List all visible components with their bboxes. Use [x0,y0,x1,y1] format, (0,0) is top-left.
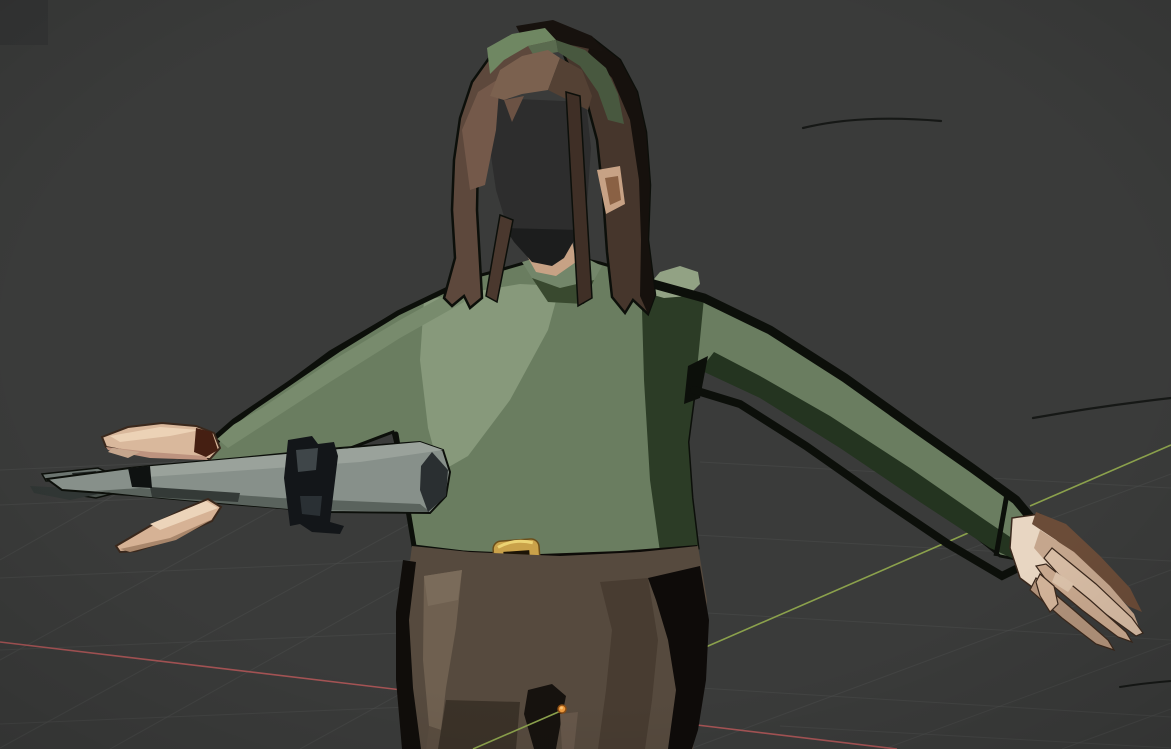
pants-bottom-left-dark [438,700,520,749]
corner-shade [0,0,48,45]
3d-viewport[interactable] [0,0,1171,749]
object-origin-dot [558,705,566,713]
origin-dot-core [560,707,563,710]
bracket-highlight2 [300,496,322,516]
bracket-highlight [296,448,318,472]
pants [396,546,709,749]
rifle-notch [128,466,152,488]
